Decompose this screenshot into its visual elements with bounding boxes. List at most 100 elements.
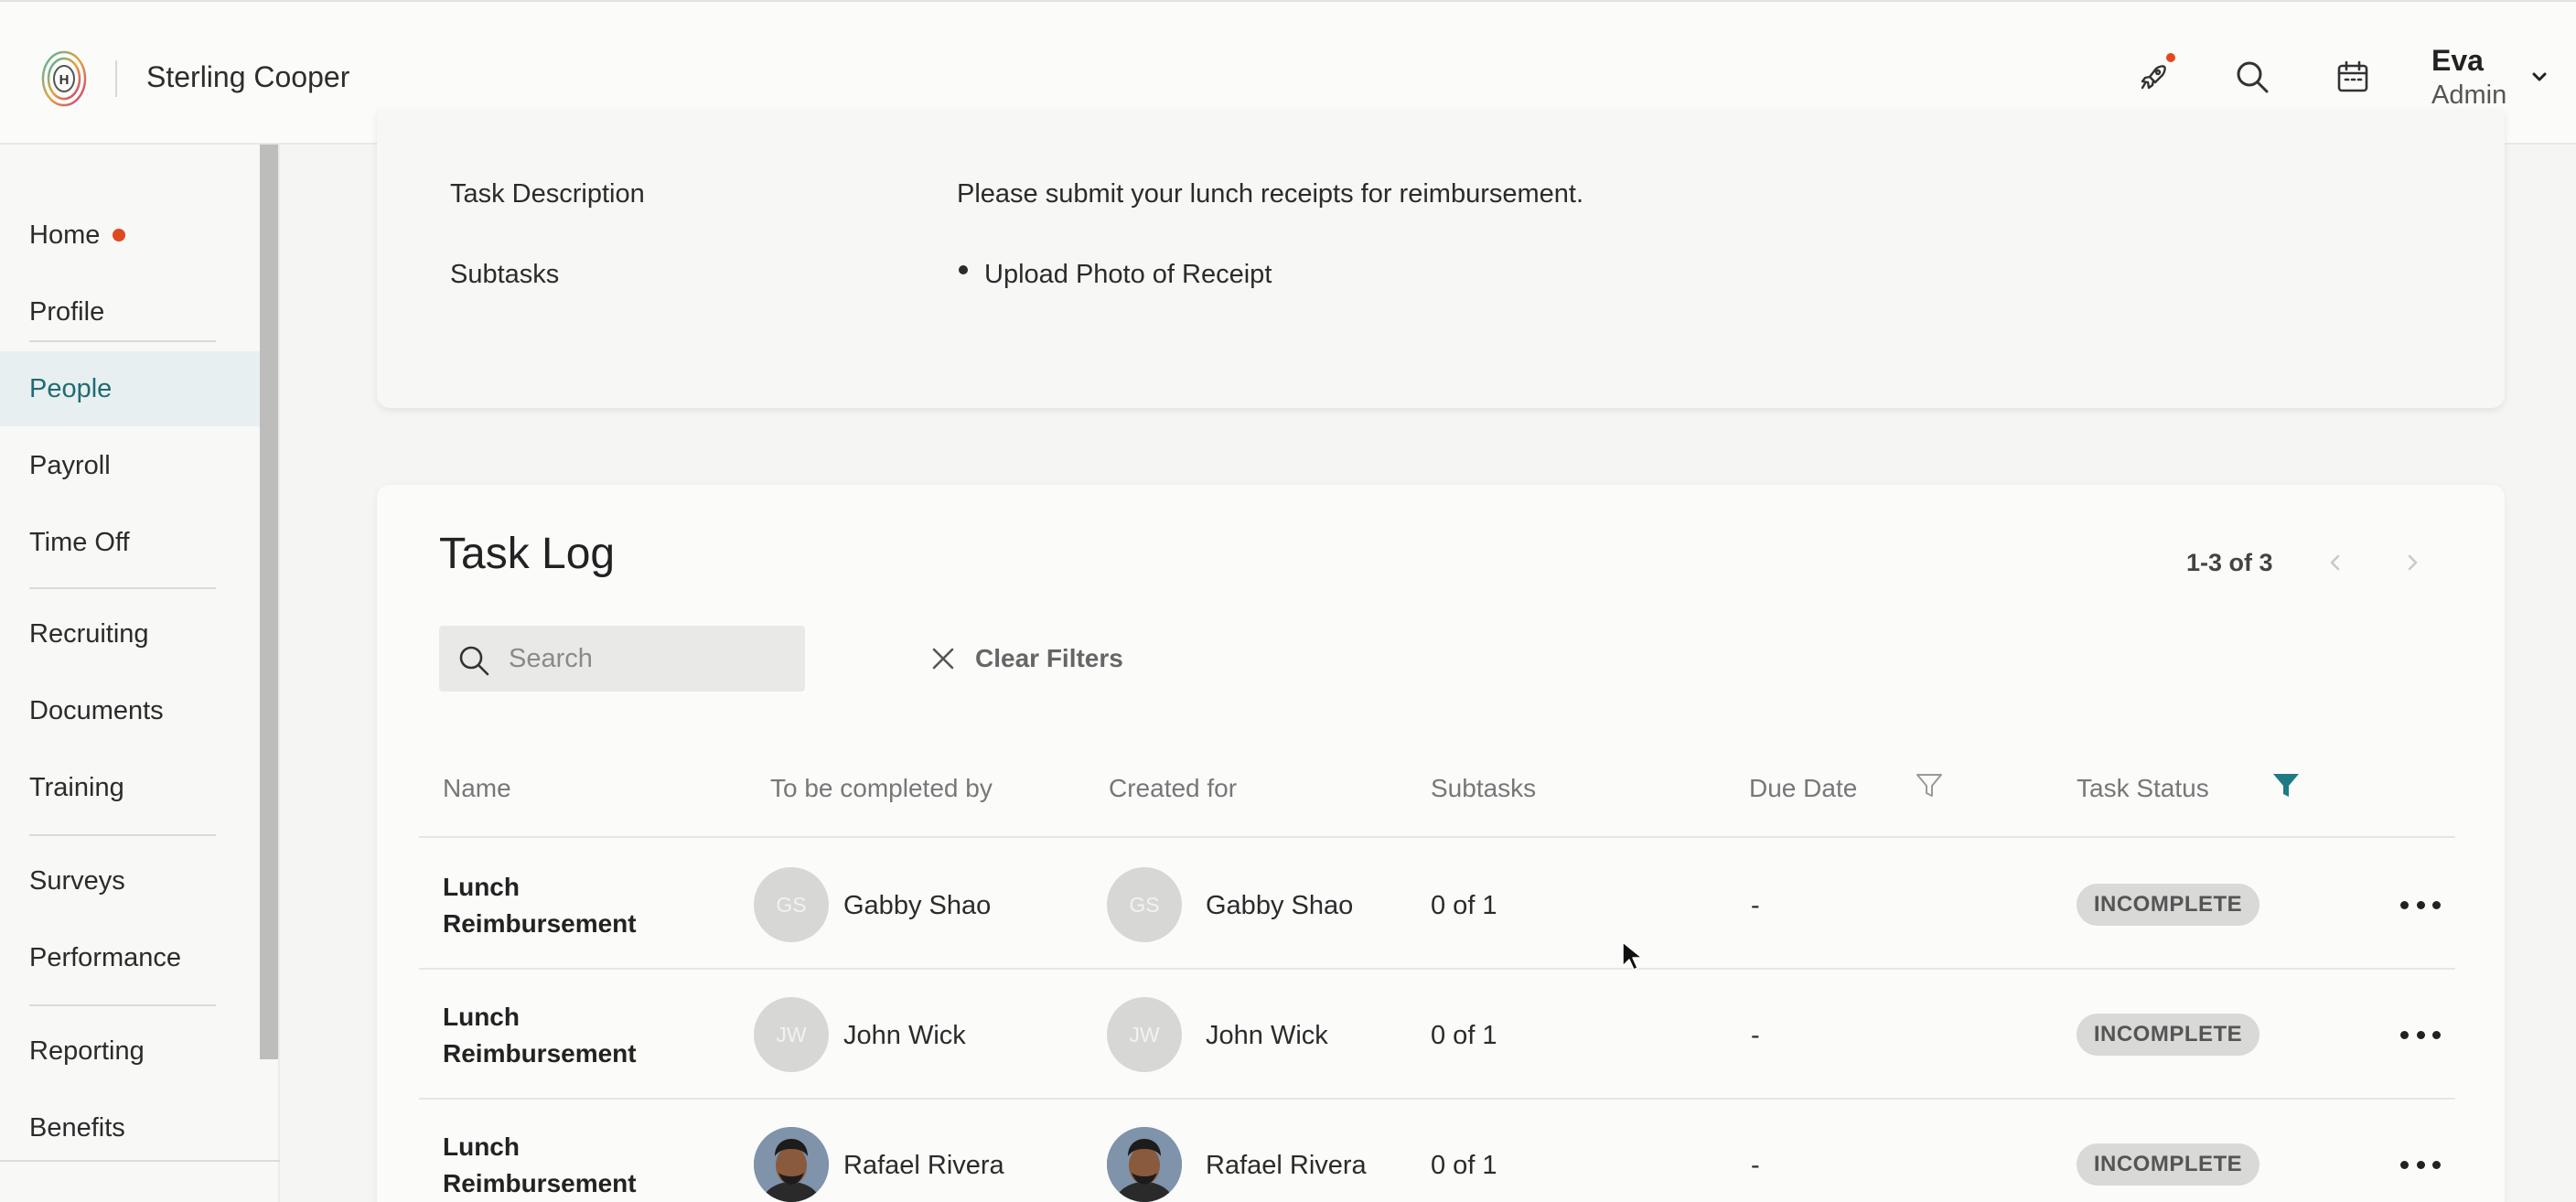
sidebar-item-label: People	[29, 373, 113, 403]
subtasks-count: 0 of 1	[1431, 1021, 1497, 1050]
row-divider	[419, 836, 2455, 838]
sidebar-scrollbar[interactable]	[260, 145, 278, 1059]
sidebar-divider	[29, 1004, 216, 1006]
due-date: -	[1751, 891, 1760, 920]
user-role: Admin	[2431, 80, 2507, 110]
task-name-line: Lunch	[443, 1132, 520, 1161]
logo-divider	[115, 60, 117, 97]
completed-by-name: Gabby Shao	[843, 891, 992, 920]
calendar-icon[interactable]	[2331, 55, 2375, 99]
sidebar-item-label: Recruiting	[29, 618, 149, 649]
subtask-item: Upload Photo of Receipt	[984, 260, 1272, 289]
sidebar-divider	[29, 340, 216, 342]
column-header-subtasks[interactable]: Subtasks	[1431, 774, 1536, 803]
task-name-line: Reimbursement	[443, 1039, 637, 1068]
column-header-completed-by[interactable]: To be completed by	[770, 774, 993, 803]
more-options-icon[interactable]	[2400, 1021, 2441, 1048]
subtasks-count: 0 of 1	[1431, 1151, 1497, 1180]
task-description-value: Please submit your lunch receipts for re…	[957, 179, 1584, 209]
sidebar: Home Profile People Payroll Time Off Rec…	[0, 145, 280, 1202]
clear-filters-button[interactable]: Clear Filters	[929, 639, 1123, 679]
sidebar-item-benefits[interactable]: Benefits	[0, 1090, 260, 1165]
completed-by-name: Rafael Rivera	[843, 1151, 1004, 1180]
created-for-name: John Wick	[1206, 1021, 1328, 1050]
due-date: -	[1751, 1021, 1760, 1050]
sidebar-item-surveys[interactable]: Surveys	[0, 843, 260, 918]
search-input[interactable]	[509, 640, 783, 677]
fingerprint-logo-icon[interactable]: H	[40, 49, 88, 108]
notification-dot	[2166, 53, 2175, 62]
status-badge: INCOMPLETE	[2077, 1014, 2259, 1056]
row-divider	[419, 1098, 2455, 1100]
sidebar-item-label: Documents	[29, 695, 164, 725]
company-name: Sterling Cooper	[146, 60, 350, 93]
task-log-title: Task Log	[439, 530, 616, 578]
column-header-created-for[interactable]: Created for	[1109, 774, 1237, 803]
search-icon[interactable]	[2230, 55, 2274, 99]
sidebar-item-profile[interactable]: Profile	[0, 274, 260, 349]
sidebar-item-label: Time Off	[29, 527, 130, 557]
sidebar-item-people[interactable]: People	[0, 351, 260, 426]
close-icon	[932, 648, 954, 670]
sidebar-item-reporting[interactable]: Reporting	[0, 1014, 260, 1089]
sidebar-item-home[interactable]: Home	[0, 198, 260, 273]
notification-dot	[113, 229, 126, 241]
sidebar-item-label: Home	[29, 220, 101, 250]
avatar	[1107, 1127, 1182, 1202]
task-name[interactable]: Lunch Reimbursement	[443, 1129, 637, 1202]
task-name-line: Lunch	[443, 1003, 520, 1031]
status-badge: INCOMPLETE	[2077, 884, 2259, 926]
search-icon	[459, 646, 489, 676]
sidebar-divider	[29, 834, 216, 836]
sidebar-item-training[interactable]: Training	[0, 750, 260, 825]
task-name[interactable]: Lunch Reimbursement	[443, 999, 637, 1072]
chevron-right-icon[interactable]	[2400, 551, 2424, 574]
sidebar-item-recruiting[interactable]: Recruiting	[0, 596, 260, 671]
avatar: GS	[754, 867, 829, 942]
column-header-due-date[interactable]: Due Date	[1749, 774, 1857, 803]
task-name-line: Reimbursement	[443, 1169, 637, 1197]
sidebar-item-label: Surveys	[29, 865, 125, 896]
sidebar-item-label: Training	[29, 772, 124, 802]
subtasks-count: 0 of 1	[1431, 891, 1497, 920]
sidebar-item-label: Payroll	[29, 450, 111, 480]
bullet	[959, 265, 968, 274]
task-details-card: Task Description Please submit your lunc…	[377, 110, 2505, 408]
sidebar-item-time-off[interactable]: Time Off	[0, 505, 260, 580]
column-header-status[interactable]: Task Status	[2077, 774, 2209, 803]
chevron-down-icon[interactable]	[2528, 66, 2550, 88]
more-options-icon[interactable]	[2400, 1151, 2441, 1178]
mouse-cursor-icon	[1622, 941, 1643, 971]
filter-icon[interactable]	[1914, 770, 1945, 801]
due-date: -	[1751, 1151, 1760, 1180]
sidebar-item-label: Profile	[29, 296, 105, 327]
more-options-icon[interactable]	[2400, 891, 2441, 918]
sidebar-item-documents[interactable]: Documents	[0, 673, 260, 748]
search-field[interactable]	[439, 626, 805, 692]
sidebar-item-performance[interactable]: Performance	[0, 920, 260, 995]
sidebar-item-label: Benefits	[29, 1112, 125, 1143]
subtasks-label: Subtasks	[450, 260, 560, 289]
avatar: JW	[1107, 997, 1182, 1072]
completed-by-name: John Wick	[843, 1021, 966, 1050]
avatar	[754, 1127, 829, 1202]
task-log-card: Task Log 1-3 of 3 Clear Filters Name To …	[377, 485, 2505, 1202]
sidebar-bottom-divider	[0, 1160, 280, 1162]
avatar: JW	[754, 997, 829, 1072]
pagination-label: 1-3 of 3	[2186, 549, 2273, 576]
user-name[interactable]: Eva	[2431, 44, 2484, 78]
clear-filters-label: Clear Filters	[975, 644, 1123, 672]
filter-active-icon[interactable]	[2270, 770, 2302, 801]
sidebar-item-payroll[interactable]: Payroll	[0, 428, 260, 503]
chevron-left-icon[interactable]	[2324, 551, 2347, 574]
created-for-name: Rafael Rivera	[1206, 1151, 1367, 1180]
task-name[interactable]: Lunch Reimbursement	[443, 869, 637, 942]
task-name-line: Lunch	[443, 873, 520, 901]
task-name-line: Reimbursement	[443, 909, 637, 938]
column-header-name[interactable]: Name	[443, 774, 511, 803]
sidebar-divider	[29, 587, 216, 589]
svg-text:H: H	[59, 72, 70, 88]
task-description-label: Task Description	[450, 179, 645, 209]
sidebar-item-label: Reporting	[29, 1036, 145, 1066]
sidebar-item-label: Performance	[29, 942, 182, 972]
